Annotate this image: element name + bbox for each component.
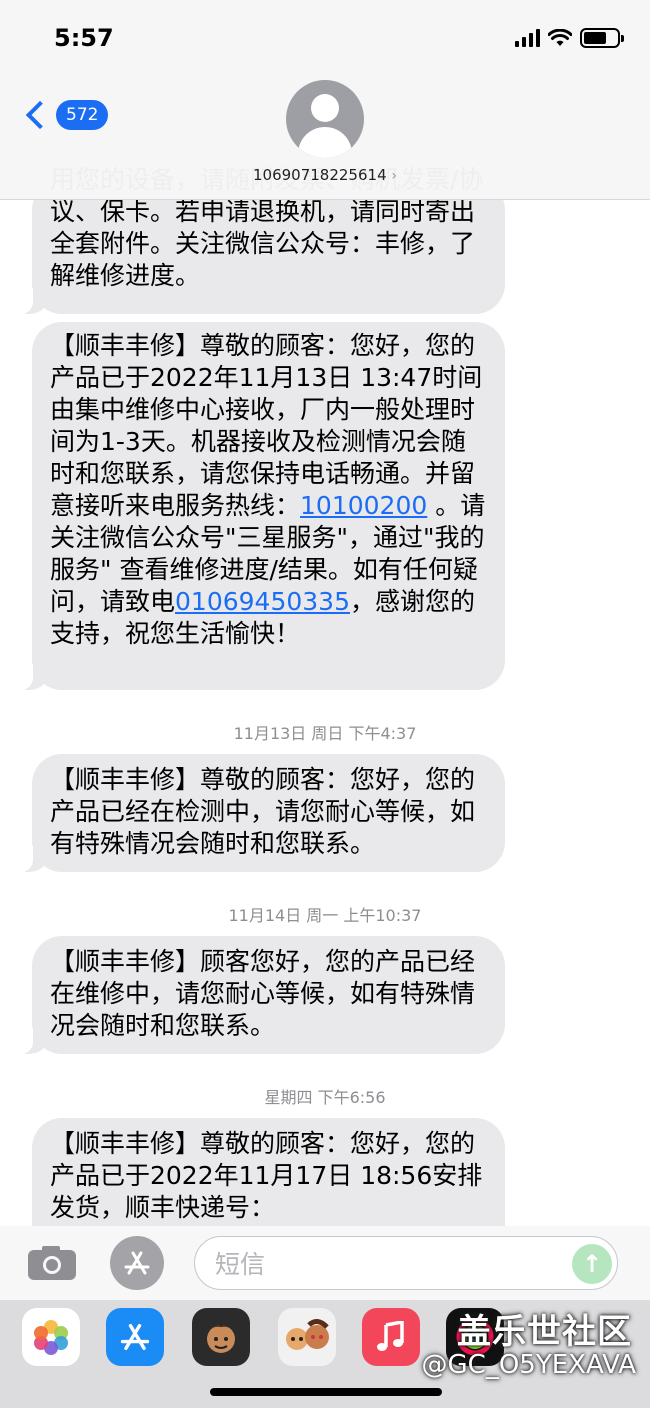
timestamp: 11月13日 周日 下午4:37 [233,724,417,743]
photos-icon[interactable] [22,1308,80,1366]
phone-link-hotline[interactable]: 10100200 [300,491,427,520]
back-button[interactable]: 572 [22,100,109,130]
bubble-tail [13,664,47,690]
contact-name-button[interactable]: 10690718225614 › [0,166,650,184]
wifi-icon [548,29,572,46]
app-store-icon[interactable] [110,1236,164,1290]
message-input-placeholder: 短信 [215,1250,266,1279]
contact-avatar[interactable] [286,80,364,158]
music-icon[interactable] [362,1308,420,1366]
bubble-tail [13,288,47,314]
contact-number: 10690718225614 [253,166,387,184]
send-button[interactable]: ↑ [572,1244,612,1284]
messages-screen: 用您的设备，请随附发票、购机发票/协议、保卡。若申请退换机，请同时寄出全套附件。… [0,0,650,1408]
message-bubble[interactable]: 【顺丰丰修】尊敬的顾客：您好，您的产品已于2022年11月13日 13:47时间… [13,322,505,690]
status-icons [515,28,624,48]
watermark-user: @GC_O5YEXAVA [421,1350,636,1380]
conversation-header: 5:57 572 10690718225614 › [0,0,650,200]
memoji-icon[interactable] [192,1308,250,1366]
app-store-glyph-icon [124,1251,150,1275]
chevron-left-icon [25,100,55,130]
app-store-icon[interactable] [106,1308,164,1366]
compose-bar: 短信 ↑ [0,1226,650,1300]
chevron-right-icon: › [391,168,397,184]
watermark-title: 盖乐世社区 [457,1312,632,1352]
memoji-stickers-icon[interactable] [278,1308,336,1366]
message-bubble[interactable]: 【顺丰丰修】尊敬的顾客：您好，您的产品已于2022年11月17日 18:56安排… [32,1118,505,1226]
message-text: 【顺丰丰修】尊敬的顾客：您好，您的产品已于2022年11月17日 18:56安排… [50,1129,483,1222]
message-bubble[interactable]: 【顺丰丰修】尊敬的顾客：您好，您的产品已经在检测中，请您耐心等候，如有特殊情况会… [13,754,505,872]
home-indicator[interactable] [210,1388,442,1396]
arrow-up-icon: ↑ [581,1250,603,1278]
bubble-tail [13,1028,47,1054]
cellular-signal-icon [515,29,540,47]
message-input[interactable]: 短信 [194,1236,618,1290]
message-text: 【顺丰丰修】顾客您好，您的产品已经在维修中，请您耐心等候，如有特殊情况会随时和您… [50,947,476,1040]
message-text: 【顺丰丰修】尊敬的顾客：您好，您的产品已经在检测中，请您耐心等候，如有特殊情况会… [50,765,476,858]
app-drawer: 盖乐世社区 @GC_O5YEXAVA [0,1300,650,1408]
bubble-tail [13,846,47,872]
timestamp: 星期四 下午6:56 [264,1088,386,1107]
message-bubble[interactable]: 【顺丰丰修】顾客您好，您的产品已经在维修中，请您耐心等候，如有特殊情况会随时和您… [13,936,505,1054]
battery-icon [580,28,624,48]
unread-count-badge: 572 [56,100,109,130]
timestamp: 11月14日 周一 上午10:37 [228,906,422,925]
status-time: 5:57 [54,24,114,52]
camera-icon[interactable] [26,1244,78,1282]
phone-link-service[interactable]: 01069450335 [175,587,350,616]
message-bubble[interactable]: 用您的设备，请随附发票、购机发票/协议、保卡。若申请退换机，请同时寄出全套附件。… [13,165,505,314]
